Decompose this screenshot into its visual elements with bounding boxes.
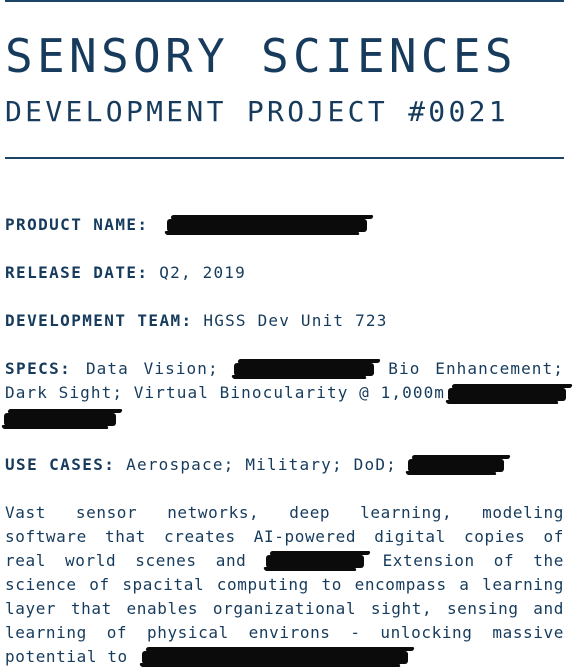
description-line-5: layer that enables organizational sight,… [5, 599, 564, 618]
description-line-4: science of spacital computing to encompa… [5, 575, 564, 594]
specs-text-3: Dark Sight; Virtual Binocularity @ 1,000… [5, 383, 446, 402]
description-line-1: Vast sensor networks, deep learning, mod… [5, 503, 564, 522]
top-rule [5, 0, 564, 2]
description-line-7: potential to [5, 645, 564, 669]
development-team-value: HGSS Dev Unit 723 [203, 311, 388, 330]
description-paragraph: Vast sensor networks, deep learning, mod… [5, 501, 564, 669]
description-text-7: potential to [5, 647, 128, 666]
description-redaction-2 [142, 651, 409, 664]
specs-text-2: Bio Enhancement; [388, 359, 564, 378]
specs-line-1: SPECS: Data Vision; Bio Enhancement; [5, 357, 564, 381]
use-cases-value: Aerospace; Military; DoD; [126, 455, 397, 474]
product-name-label: PRODUCT NAME: [5, 215, 149, 234]
specs-text-1: Data Vision; [85, 359, 219, 378]
specs-label: SPECS: [5, 359, 72, 378]
development-team-label: DEVELOPMENT TEAM: [5, 311, 193, 330]
document-subtitle: DEVELOPMENT PROJECT #0021 [5, 95, 509, 128]
description-text-3b: Extension of the [382, 551, 564, 570]
release-date-value: Q2, 2019 [159, 263, 246, 282]
development-team-field: DEVELOPMENT TEAM: HGSS Dev Unit 723 [5, 309, 564, 333]
use-cases-redaction [407, 459, 504, 472]
description-line-3: real world scenes and Extension of the [5, 549, 564, 573]
document-title: SENSORY SCIENCES [5, 29, 517, 83]
description-line-6: learning of physical environs - unlockin… [5, 623, 564, 642]
specs-redaction-3 [4, 413, 116, 426]
description-redaction-1 [265, 555, 364, 568]
description-line-2: software that creates AI-powered digital… [5, 527, 564, 546]
description-text-3a: real world scenes and [5, 551, 247, 570]
product-name-field: PRODUCT NAME: [5, 213, 564, 237]
header-divider [5, 157, 564, 159]
specs-redaction-1 [233, 363, 374, 376]
release-date-label: RELEASE DATE: [5, 263, 149, 282]
use-cases-field: USE CASES: Aerospace; Military; DoD; [5, 453, 564, 477]
specs-redaction-2 [448, 388, 566, 401]
release-date-field: RELEASE DATE: Q2, 2019 [5, 261, 564, 285]
use-cases-label: USE CASES: [5, 455, 116, 474]
product-name-redaction [167, 219, 368, 232]
